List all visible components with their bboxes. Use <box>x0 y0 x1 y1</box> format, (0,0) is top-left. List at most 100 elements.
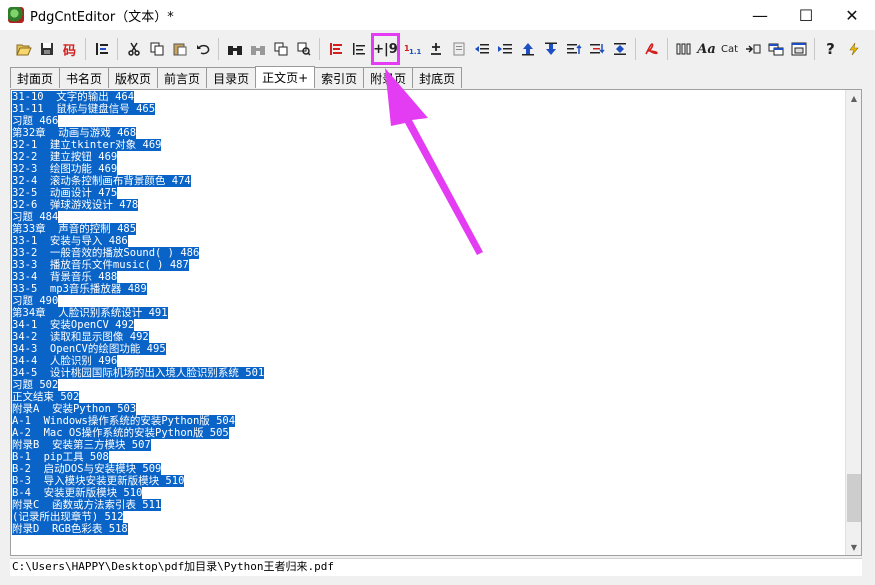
editor-line[interactable]: (记录所出现章节) 512 <box>12 511 845 523</box>
font-icon[interactable]: Aa <box>695 38 718 61</box>
editor-line[interactable]: 32-2 建立按钮 469 <box>12 151 845 163</box>
window-controls: — ☐ ✕ <box>737 0 875 30</box>
editor-line[interactable]: 32-3 绘图功能 469 <box>12 163 845 175</box>
level-icon[interactable] <box>347 38 370 61</box>
editor-line[interactable]: 34-3 OpenCV的绘图功能 495 <box>12 343 845 355</box>
editor-content[interactable]: 31-10 文字的输出 464 31-11 鼠标与键盘信号 465 习题 466 第3… <box>12 91 845 554</box>
editor-line[interactable]: 32-6 弹球游戏设计 478 <box>12 199 845 211</box>
tab-preface[interactable]: 前言页 <box>157 67 208 88</box>
editor-line[interactable]: 34-4 人脸识别 496 <box>12 355 845 367</box>
page-tabs: 封面页 书名页 版权页 前言页 目录页 正文页+ 索引页 附录页 封底页 <box>10 66 463 89</box>
cut-icon[interactable] <box>122 38 145 61</box>
window-icon[interactable] <box>764 38 787 61</box>
tab-back-cover[interactable]: 封底页 <box>412 67 463 88</box>
plus-minus-icon[interactable] <box>424 38 447 61</box>
help-icon[interactable]: ? <box>819 38 842 61</box>
editor-line[interactable]: 33-5 mp3音乐播放器 489 <box>12 283 845 295</box>
tab-body[interactable]: 正文页+ <box>255 66 316 88</box>
demote-icon[interactable] <box>585 38 608 61</box>
find-next-icon[interactable] <box>246 38 269 61</box>
tab-title-page[interactable]: 书名页 <box>59 67 110 88</box>
link-icon[interactable] <box>741 38 764 61</box>
scroll-thumb[interactable] <box>847 474 861 522</box>
open-icon[interactable] <box>12 38 35 61</box>
indent-increase-icon[interactable] <box>493 38 516 61</box>
editor-line[interactable]: 32-1 建立tkinter对象 469 <box>12 139 845 151</box>
copy-icon[interactable] <box>145 38 168 61</box>
editor-line[interactable]: 32-5 动画设计 475 <box>12 187 845 199</box>
editor-line-text: 第32章 动画与游戏 468 <box>12 127 137 139</box>
scroll-up-icon[interactable]: ▲ <box>846 90 862 106</box>
indent-decrease-icon[interactable] <box>470 38 493 61</box>
editor-line[interactable]: 34-1 安装OpenCV 492 <box>12 319 845 331</box>
editor-line[interactable]: 31-11 鼠标与键盘信号 465 <box>12 103 845 115</box>
editor-line-text: 32-3 绘图功能 469 <box>12 163 118 175</box>
maximize-button[interactable]: ☐ <box>783 0 829 30</box>
text-editor[interactable]: 31-10 文字的输出 464 31-11 鼠标与键盘信号 465 习题 466 第3… <box>10 89 862 556</box>
editor-line-text: 附录C 函数或方法索引表 511 <box>12 499 162 511</box>
editor-line-text: 33-5 mp3音乐播放器 489 <box>12 283 147 295</box>
split-icon[interactable] <box>787 38 810 61</box>
editor-line[interactable]: 34-5 设计桃园国际机场的出入境人脸识别系统 501 <box>12 367 845 379</box>
undo-icon[interactable] <box>191 38 214 61</box>
minimize-button[interactable]: — <box>737 0 783 30</box>
close-button[interactable]: ✕ <box>829 0 875 30</box>
editor-line[interactable]: B-2 启动DOS与安装模块 509 <box>12 463 845 475</box>
editor-line[interactable]: 31-10 文字的输出 464 <box>12 91 845 103</box>
find-icon[interactable] <box>223 38 246 61</box>
editor-line[interactable]: 33-1 安装与导入 486 <box>12 235 845 247</box>
editor-line[interactable]: B-1 pip工具 508 <box>12 451 845 463</box>
merge-icon[interactable] <box>608 38 631 61</box>
editor-line[interactable]: 33-2 一般音效的播放Sound( ) 486 <box>12 247 845 259</box>
scroll-down-icon[interactable]: ▼ <box>846 539 862 555</box>
tab-copyright[interactable]: 版权页 <box>108 67 159 88</box>
editor-line-text: 33-1 安装与导入 486 <box>12 235 128 247</box>
editor-line[interactable]: 附录C 函数或方法索引表 511 <box>12 499 845 511</box>
editor-line[interactable]: 附录B 安装第三方模块 507 <box>12 439 845 451</box>
editor-line[interactable]: 34-2 读取和显示图像 492 <box>12 331 845 343</box>
tab-contents[interactable]: 目录页 <box>206 67 257 88</box>
toolbar-separator <box>814 38 815 60</box>
outline-icon[interactable] <box>90 38 113 61</box>
promote-icon[interactable] <box>562 38 585 61</box>
cat-icon[interactable]: Cat <box>718 38 741 61</box>
editor-line[interactable]: 32-4 滚动条控制画布背景颜色 474 <box>12 175 845 187</box>
document-icon[interactable] <box>447 38 470 61</box>
editor-line[interactable]: 33-3 播放音乐文件music( ) 487 <box>12 259 845 271</box>
toolbar-separator <box>117 38 118 60</box>
tab-appendix[interactable]: 附录页 <box>363 67 414 88</box>
replace-icon[interactable] <box>269 38 292 61</box>
book-icon[interactable] <box>672 38 695 61</box>
editor-line[interactable]: 第32章 动画与游戏 468 <box>12 127 845 139</box>
paste-icon[interactable] <box>168 38 191 61</box>
lightning-icon[interactable] <box>842 38 865 61</box>
editor-line[interactable]: 习题 502 <box>12 379 845 391</box>
editor-line[interactable]: 第33章 声音的控制 485 <box>12 223 845 235</box>
replace-all-icon[interactable] <box>292 38 315 61</box>
editor-line[interactable]: 第34章 人脸识别系统设计 491 <box>12 307 845 319</box>
editor-line[interactable]: 附录A 安装Python 503 <box>12 403 845 415</box>
vertical-scrollbar[interactable]: ▲ ▼ <box>845 90 861 555</box>
editor-line[interactable]: 正文结束 502 <box>12 391 845 403</box>
editor-line-text: A-1 Windows操作系统的安装Python版 504 <box>12 415 236 427</box>
tab-index[interactable]: 索引页 <box>314 67 365 88</box>
add-page-number-icon[interactable]: +|9 <box>371 33 400 65</box>
editor-line[interactable]: B-3 导入模块安装更新版模块 510 <box>12 475 845 487</box>
align-left-icon[interactable] <box>324 38 347 61</box>
code-icon[interactable]: 码 <box>58 38 81 61</box>
editor-line[interactable]: A-1 Windows操作系统的安装Python版 504 <box>12 415 845 427</box>
editor-line[interactable]: 习题 490 <box>12 295 845 307</box>
renumber-icon[interactable]: 1 1.1 <box>401 38 424 61</box>
move-up-icon[interactable] <box>516 38 539 61</box>
save-icon[interactable] <box>35 38 58 61</box>
editor-line[interactable]: B-4 安装更新版模块 510 <box>12 487 845 499</box>
editor-line-text: B-1 pip工具 508 <box>12 451 109 463</box>
pdf-icon[interactable] <box>640 38 663 61</box>
move-down-icon[interactable] <box>539 38 562 61</box>
editor-line[interactable]: 附录D RGB色彩表 518 <box>12 523 845 535</box>
editor-line[interactable]: 33-4 背景音乐 488 <box>12 271 845 283</box>
tab-cover[interactable]: 封面页 <box>10 67 61 88</box>
editor-line[interactable]: A-2 Mac OS操作系统的安装Python版 505 <box>12 427 845 439</box>
editor-line[interactable]: 习题 484 <box>12 211 845 223</box>
editor-line[interactable]: 习题 466 <box>12 115 845 127</box>
